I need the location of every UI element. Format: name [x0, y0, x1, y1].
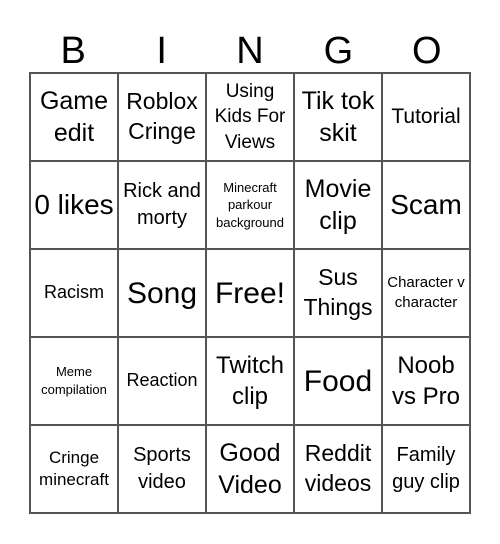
bingo-cell[interactable]: Free! [206, 249, 294, 337]
bingo-cell[interactable]: Cringe minecraft [30, 425, 118, 513]
bingo-cell-label: Rick and morty [123, 180, 201, 229]
bingo-cell-label: Sus Things [303, 264, 373, 320]
bingo-cell[interactable]: Character v character [382, 249, 470, 337]
bingo-cell[interactable]: Scam [382, 161, 470, 249]
header-letter-i: I [156, 30, 167, 72]
bingo-cell[interactable]: Food [294, 337, 382, 425]
bingo-cell-label: Family guy clip [392, 444, 460, 493]
header-letter-n: N [236, 30, 264, 72]
bingo-cell[interactable]: Good Video [206, 425, 294, 513]
bingo-cell-label: Noob vs Pro [391, 351, 460, 410]
bingo-cell-label: Reaction [126, 370, 198, 391]
bingo-cell[interactable]: Racism [30, 249, 118, 337]
bingo-cell[interactable]: Rick and morty [118, 161, 206, 249]
bingo-cell-label: Reddit videos [304, 440, 372, 496]
header-letter-g: G [323, 30, 354, 72]
bingo-cell-label: Scam [390, 189, 462, 221]
bingo-cell-label: Tutorial [391, 104, 461, 128]
bingo-cell[interactable]: Reaction [118, 337, 206, 425]
bingo-cell[interactable]: Noob vs Pro [382, 337, 470, 425]
header-letter-o: O [412, 30, 442, 72]
bingo-cell[interactable]: 0 likes [30, 161, 118, 249]
bingo-cell-label: Good Video [218, 438, 282, 500]
bingo-cell-label: Using Kids For Views [214, 81, 286, 153]
bingo-cell[interactable]: Tutorial [382, 73, 470, 161]
bingo-cell-label: Sports video [133, 444, 191, 493]
bingo-cell[interactable]: Family guy clip [382, 425, 470, 513]
header-letter-b: B [60, 30, 86, 72]
bingo-cell[interactable]: Tik tok skit [294, 73, 382, 161]
bingo-cell-label: Free! [214, 276, 286, 310]
bingo-cell-label: Minecraft parkour background [216, 179, 284, 230]
bingo-cell-label: Game edit [39, 86, 109, 148]
bingo-header: B I N G O [29, 30, 471, 72]
bingo-cell-label: Movie clip [304, 174, 372, 236]
bingo-cell-label: Song [126, 276, 198, 310]
bingo-cell[interactable]: Reddit videos [294, 425, 382, 513]
bingo-cell[interactable]: Song [118, 249, 206, 337]
bingo-cell[interactable]: Minecraft parkour background [206, 161, 294, 249]
bingo-cell-label: Twitch clip [215, 351, 284, 410]
bingo-cell-label: Roblox Cringe [126, 88, 198, 144]
bingo-card-grid: Game edit Roblox Cringe Using Kids For Vie… [29, 72, 471, 514]
bingo-cell-label: Character v character [387, 273, 465, 311]
bingo-cell[interactable]: Using Kids For Views [206, 73, 294, 161]
bingo-cell-label: Cringe minecraft [39, 447, 109, 489]
bingo-cell-label: Meme compilation [41, 364, 107, 397]
bingo-cell-label: 0 likes [34, 189, 114, 221]
bingo-cell[interactable]: Roblox Cringe [118, 73, 206, 161]
bingo-cell-label: Tik tok skit [301, 86, 375, 148]
bingo-cell-label: Racism [43, 282, 104, 303]
bingo-cell[interactable]: Sports video [118, 425, 206, 513]
bingo-cell[interactable]: Sus Things [294, 249, 382, 337]
bingo-cell[interactable]: Twitch clip [206, 337, 294, 425]
bingo-cell-label: Food [303, 364, 373, 398]
bingo-cell[interactable]: Game edit [30, 73, 118, 161]
bingo-cell[interactable]: Movie clip [294, 161, 382, 249]
bingo-cell[interactable]: Meme compilation [30, 337, 118, 425]
